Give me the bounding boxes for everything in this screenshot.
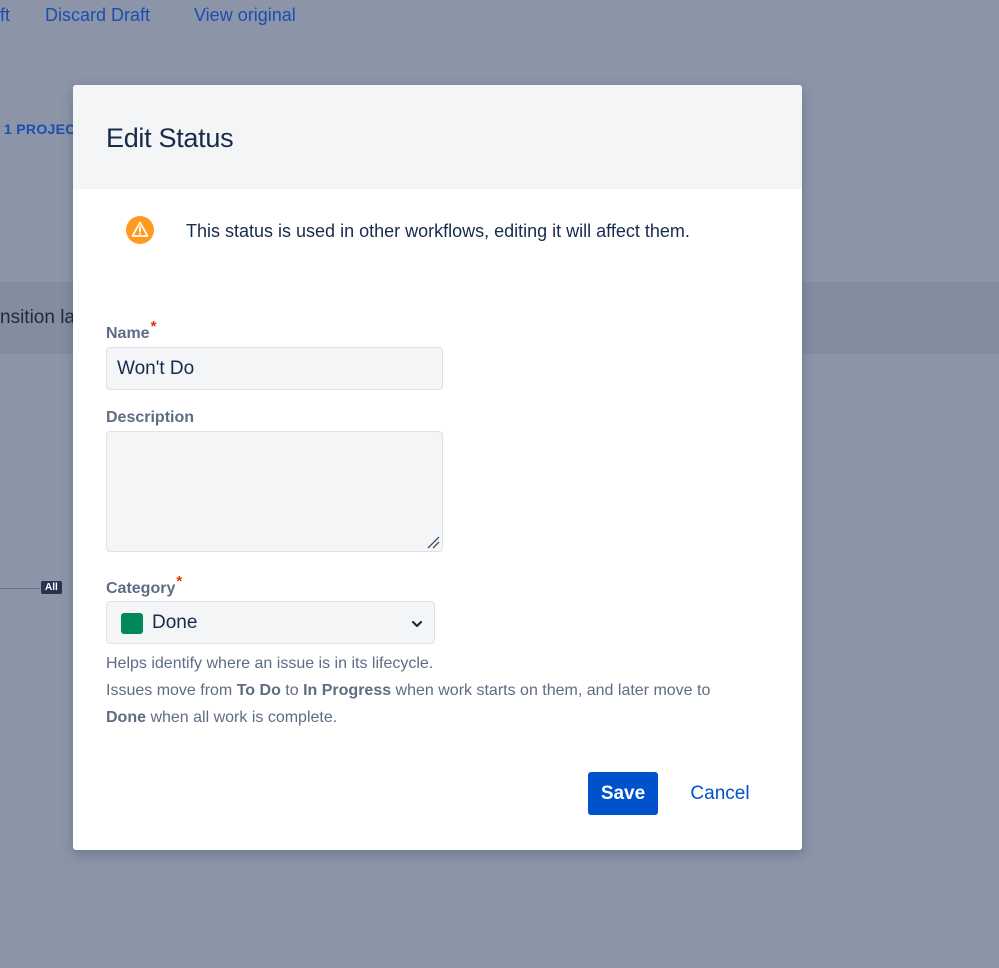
- description-textarea[interactable]: [106, 431, 443, 552]
- cancel-button[interactable]: Cancel: [677, 772, 763, 815]
- help-text-part: to: [280, 682, 304, 699]
- discard-draft-link[interactable]: Discard Draft: [45, 5, 150, 26]
- help-done: Done: [106, 709, 146, 726]
- edit-status-dialog: Edit Status This status is used in other…: [73, 85, 802, 850]
- category-color-swatch: [121, 613, 143, 634]
- name-input[interactable]: [106, 347, 443, 390]
- chevron-down-icon: [411, 620, 423, 628]
- save-button[interactable]: Save: [588, 772, 658, 815]
- description-label: Description: [106, 409, 195, 426]
- help-todo: To Do: [236, 682, 281, 699]
- resize-handle-icon[interactable]: [426, 535, 440, 549]
- all-badge: All: [41, 581, 62, 594]
- background-band-text: nsition la: [0, 307, 75, 328]
- category-selected-value: Done: [152, 612, 198, 633]
- dialog-header: Edit Status: [73, 85, 802, 189]
- view-original-link[interactable]: View original: [194, 5, 296, 26]
- background-link-draft[interactable]: ft: [0, 5, 10, 26]
- required-indicator: *: [150, 318, 157, 335]
- dialog-title: Edit Status: [106, 123, 234, 153]
- required-indicator: *: [176, 573, 183, 590]
- warning-triangle-icon: [126, 216, 154, 244]
- help-inprogress: In Progress: [303, 682, 392, 699]
- help-text-part: when work starts on them, and later move…: [391, 682, 711, 699]
- help-text-part: when all work is complete.: [146, 709, 338, 726]
- category-select[interactable]: Done: [106, 601, 435, 644]
- name-label: Name*: [106, 318, 156, 343]
- category-label-text: Category: [106, 580, 176, 597]
- category-label: Category*: [106, 573, 182, 598]
- help-text-part: Issues move from: [106, 682, 237, 699]
- category-help-text: Helps identify where an issue is in its …: [106, 650, 786, 731]
- background-connector-line: [0, 588, 40, 589]
- warning-text: This status is used in other workflows, …: [186, 221, 690, 241]
- projects-label: 1 PROJEC: [4, 121, 76, 137]
- help-line-3: Done when all work is complete.: [106, 704, 786, 731]
- help-line-2: Issues move from To Do to In Progress wh…: [106, 677, 786, 704]
- help-line-1: Helps identify where an issue is in its …: [106, 655, 434, 672]
- name-label-text: Name: [106, 325, 150, 342]
